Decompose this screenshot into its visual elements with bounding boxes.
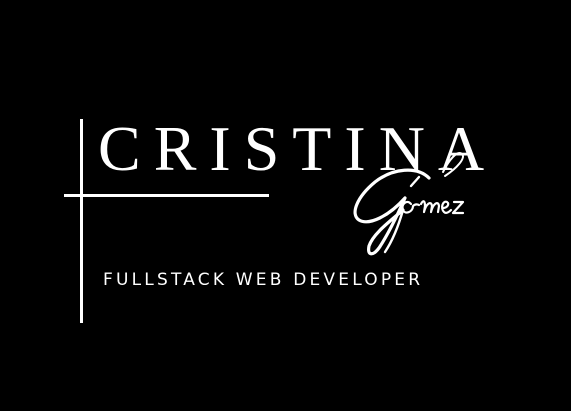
last-name-signature xyxy=(353,152,465,256)
logo: CRISTINA FULLSTACK WEB DEVELOPER xyxy=(0,0,571,411)
horizontal-rule xyxy=(64,194,269,197)
vertical-rule xyxy=(80,119,83,323)
job-title: FULLSTACK WEB DEVELOPER xyxy=(103,270,424,290)
